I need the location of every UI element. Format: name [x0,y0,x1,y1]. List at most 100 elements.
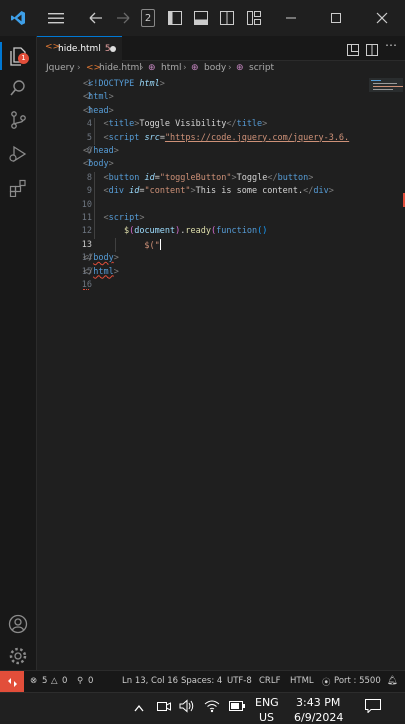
live-server-icon[interactable]: ⦿ [322,676,331,688]
language-region[interactable]: US [259,711,274,724]
clock-date[interactable]: 6/9/2024 [294,711,343,724]
code-line: </head> [83,146,119,156]
error-squiggle [83,287,89,290]
code-line: <script src="https://code.jquery.com/jqu… [103,132,350,143]
chevron-right-icon: › [183,63,187,73]
title-badge[interactable]: 2 [141,0,155,36]
back-arrow-icon[interactable] [84,0,108,36]
wifi-icon[interactable] [204,699,220,716]
code-line: </html> [83,266,119,277]
line-number: 16 [81,280,92,290]
toggle-secondary-sidebar-icon[interactable] [218,0,236,36]
notification-center-icon[interactable] [365,699,381,716]
error-icon[interactable]: ⊗ [30,676,37,686]
title-badge-count: 2 [141,9,155,27]
unsaved-dot-icon[interactable] [110,46,116,52]
menu-icon[interactable] [44,0,68,36]
clock-time[interactable]: 3:43 PM [296,696,340,709]
close-icon[interactable] [371,0,393,36]
code-token: Toggle [236,172,268,183]
ports-count[interactable]: 0 [88,676,93,686]
settings-gear-icon[interactable] [6,644,30,668]
error-count[interactable]: 5 [42,676,47,686]
notifications-bell-icon[interactable]: 🔔︎ [387,676,398,686]
chevron-right-icon: › [228,63,232,73]
chevron-right-icon: › [140,63,144,73]
remote-indicator[interactable] [0,671,24,693]
explorer-badge: 1 [18,53,29,64]
toggle-sidebar-icon[interactable] [166,0,184,36]
element-icon: ⊕ [148,63,156,73]
vscode-logo-icon [6,0,30,36]
toggle-panel-icon[interactable] [192,0,210,36]
code-token: <!DOCTYPE [88,79,140,89]
title-bar: 2 [0,0,405,36]
maximize-icon[interactable] [325,0,347,36]
split-editor-icon[interactable] [366,41,380,56]
editor-tabs-bar: <> hide.html 5 ⋯ [37,36,405,61]
code-token: "toggleButton" [159,172,232,183]
code-token: "content" [144,186,191,197]
code-line: $(document).ready(function() [123,226,268,237]
html-file-icon: <> [45,42,61,52]
extensions-icon[interactable] [6,176,30,200]
breadcrumb-file[interactable]: hide.html [99,63,142,73]
breadcrumb-script[interactable]: script [249,63,274,73]
code-line-active: $(" [83,238,161,253]
cursor-position[interactable]: Ln 13, Col 16 [122,676,178,686]
code-line: <div id="content">This is some content.<… [103,186,334,197]
warning-count[interactable]: 0 [62,676,67,686]
chevron-right-icon: › [77,63,81,73]
camera-icon[interactable] [157,700,171,715]
code-token[interactable]: "https://code.jquery.com/jquery-3.6. [165,133,349,143]
live-server-port[interactable]: Port : 5500 [334,676,381,686]
line-number: 10 [81,199,92,210]
minimize-icon[interactable] [280,0,302,36]
open-preview-icon[interactable] [347,41,361,56]
ports-icon[interactable]: ⚲ [77,676,83,686]
tab-label: hide.html [58,44,101,54]
status-bar: ⊗ 5 △ 0 ⚲ 0 Ln 13, Col 16 Spaces: 4 UTF-… [0,670,405,693]
language-indicator[interactable]: ENG [255,696,279,709]
code-line: <head> [83,105,114,116]
run-debug-icon[interactable] [6,142,30,166]
code-editor[interactable]: 1 2 3 4 5 6 7 8 9 10 11 12 13 14 15 16 <… [37,78,405,670]
code-token: html [139,79,160,89]
indentation[interactable]: Spaces: 4 [181,676,222,686]
battery-icon[interactable] [229,701,245,714]
breadcrumb-html[interactable]: html [161,63,182,73]
element-icon: ⊕ [191,63,199,73]
code-token: Toggle Visibility [139,119,227,130]
code-token: document [134,226,176,237]
code-line: <<!DOCTYPE html> [83,79,165,89]
more-actions-icon[interactable]: ⋯ [385,38,399,56]
warning-icon[interactable]: △ [51,676,58,686]
breadcrumb-body[interactable]: body [204,63,226,73]
element-icon: ⊕ [236,63,244,73]
code-line: <html> [83,92,114,103]
customize-layout-icon[interactable] [245,0,263,36]
encoding[interactable]: UTF-8 [227,676,252,686]
source-control-icon[interactable] [6,108,30,132]
windows-taskbar: ENG US 3:43 PM 6/9/2024 [0,692,405,724]
code-line: </body> [83,253,119,264]
code-line: <body> [83,159,114,170]
tab-hide-html[interactable]: <> hide.html 5 [37,36,122,61]
end-of-line[interactable]: CRLF [259,676,280,686]
forward-arrow-icon[interactable] [111,0,135,36]
minimap[interactable] [365,78,405,670]
breadcrumb: Jquery › <> hide.html › ⊕ html › ⊕ body … [37,60,405,78]
code-line: <script> [103,213,145,223]
breadcrumb-folder[interactable]: Jquery [46,63,75,73]
language-mode[interactable]: HTML [290,676,314,686]
account-icon[interactable] [6,612,30,636]
active-indicator [0,42,2,70]
code-token: ready [185,226,211,237]
text-cursor [159,238,161,250]
speaker-icon[interactable] [179,699,195,716]
code-token: > [159,79,165,89]
code-line: <title>Toggle Visibility</title> [103,119,268,130]
chevron-up-icon[interactable] [134,702,144,715]
search-icon[interactable] [6,76,30,100]
code-token: $(" [144,240,160,251]
